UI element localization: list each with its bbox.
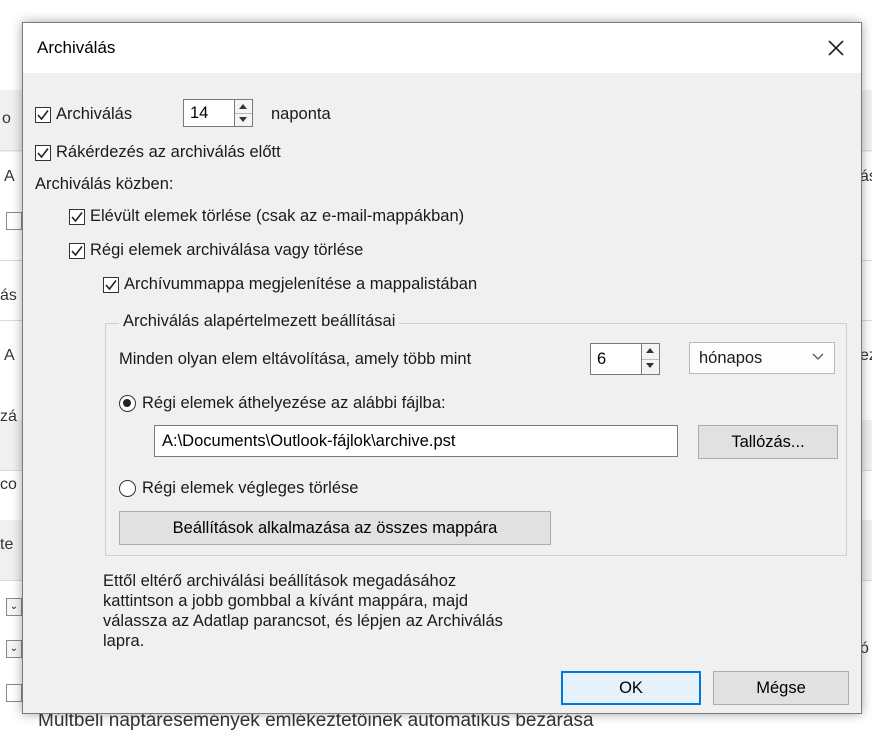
archive-dialog: Archiválás Archiválás naponta Rákérdezés… (22, 22, 862, 714)
note-line: kattintson a jobb gombbal a kívánt mappá… (103, 592, 469, 610)
bg-fragment: A (4, 347, 15, 364)
archive-defaults-group-label: Archiválás alapértelmezett beállításai (119, 312, 400, 331)
cancel-button[interactable]: Mégse (713, 671, 849, 705)
checkmark-icon (105, 279, 117, 290)
arrow-down-icon (239, 117, 247, 122)
show-archive-folder-checkbox[interactable] (103, 276, 119, 293)
delete-expired-checkbox[interactable] (69, 208, 85, 225)
bg-fragment: A (4, 168, 15, 185)
bg-checkbox (6, 684, 22, 702)
delete-option-label: Régi elemek végleges törlése (142, 479, 359, 497)
archive-days-spin-buttons (235, 99, 253, 127)
archive-or-delete-row: Régi elemek archiválása vagy törlése (69, 241, 363, 260)
dialog-title: Archiválás (37, 38, 116, 57)
move-option-label: Régi elemek áthelyezése az alábbi fájlba… (142, 394, 446, 412)
prompt-before-checkbox[interactable] (35, 144, 51, 161)
delete-option-radio[interactable] (119, 480, 136, 497)
older-than-spin-buttons (642, 343, 660, 375)
age-unit-value: hónapos (699, 349, 763, 367)
ok-button[interactable]: OK (561, 671, 701, 705)
prompt-before-label: Rákérdezés az archiválás előtt (56, 143, 281, 161)
bg-checkbox (6, 212, 22, 230)
archive-file-path-input[interactable] (154, 425, 678, 457)
checkmark-icon (71, 245, 83, 256)
arrow-up-icon (239, 104, 247, 109)
spin-up-button[interactable] (642, 344, 659, 360)
close-icon (828, 40, 844, 56)
note-line: Ettől eltérő archiválási beállítások meg… (103, 572, 457, 590)
archive-every-checkbox[interactable] (35, 106, 51, 123)
move-option-row: Régi elemek áthelyezése az alábbi fájlba… (119, 394, 446, 413)
age-unit-select[interactable]: hónapos (689, 342, 835, 374)
dialog-titlebar: Archiválás (23, 23, 861, 73)
close-button[interactable] (819, 31, 853, 65)
archive-every-row: Archiválás (35, 105, 132, 124)
arrow-up-icon (646, 348, 654, 353)
older-than-spinner (590, 343, 660, 375)
checkmark-icon (71, 211, 83, 222)
spin-down-button[interactable] (235, 113, 252, 126)
note-line: lapra. (103, 632, 145, 650)
show-archive-folder-row: Archívummappa megjelenítése a mappalistá… (103, 275, 477, 294)
delete-expired-label: Elévült elemek törlése (csak az e-mail-m… (90, 207, 465, 225)
archive-every-label: Archiválás (56, 105, 133, 123)
apply-all-folders-button[interactable]: Beállítások alkalmazása az összes mappár… (119, 511, 551, 545)
bg-fragment: co (0, 476, 17, 493)
spin-down-button[interactable] (642, 359, 659, 374)
archive-days-suffix: naponta (271, 105, 331, 123)
delete-expired-row: Elévült elemek törlése (csak az e-mail-m… (69, 207, 464, 226)
archive-or-delete-label: Régi elemek archiválása vagy törlése (90, 241, 364, 259)
spin-up-button[interactable] (235, 100, 252, 114)
prompt-before-row: Rákérdezés az archiválás előtt (35, 143, 281, 162)
archive-days-input[interactable] (183, 99, 235, 127)
note-line: válassza az Adatlap parancsot, és lépjen… (103, 612, 503, 630)
delete-option-row: Régi elemek végleges törlése (119, 479, 358, 498)
bg-dropdown: ⌄ (6, 598, 22, 616)
bg-fragment: ás (0, 287, 17, 304)
bg-dropdown: ⌄ (6, 640, 22, 658)
arrow-down-icon (646, 363, 654, 368)
checkmark-icon (37, 147, 49, 158)
browse-button[interactable]: Tallózás... (698, 425, 838, 459)
archive-note: Ettől eltérő archiválási beállítások meg… (103, 571, 583, 651)
during-archive-label: Archiválás közben: (35, 175, 174, 193)
bg-fragment: te (0, 536, 14, 553)
move-option-radio[interactable] (119, 395, 136, 412)
archive-days-spinner (183, 99, 253, 127)
chevron-down-icon (812, 353, 824, 360)
bg-fragment: o (2, 110, 11, 127)
archive-or-delete-checkbox[interactable] (69, 242, 85, 259)
older-than-input[interactable] (590, 343, 642, 375)
show-archive-folder-label: Archívummappa megjelenítése a mappalistá… (124, 275, 478, 293)
bg-fragment: zá (0, 408, 17, 425)
checkmark-icon (37, 109, 49, 120)
older-than-label: Minden olyan elem eltávolítása, amely tö… (119, 350, 472, 368)
